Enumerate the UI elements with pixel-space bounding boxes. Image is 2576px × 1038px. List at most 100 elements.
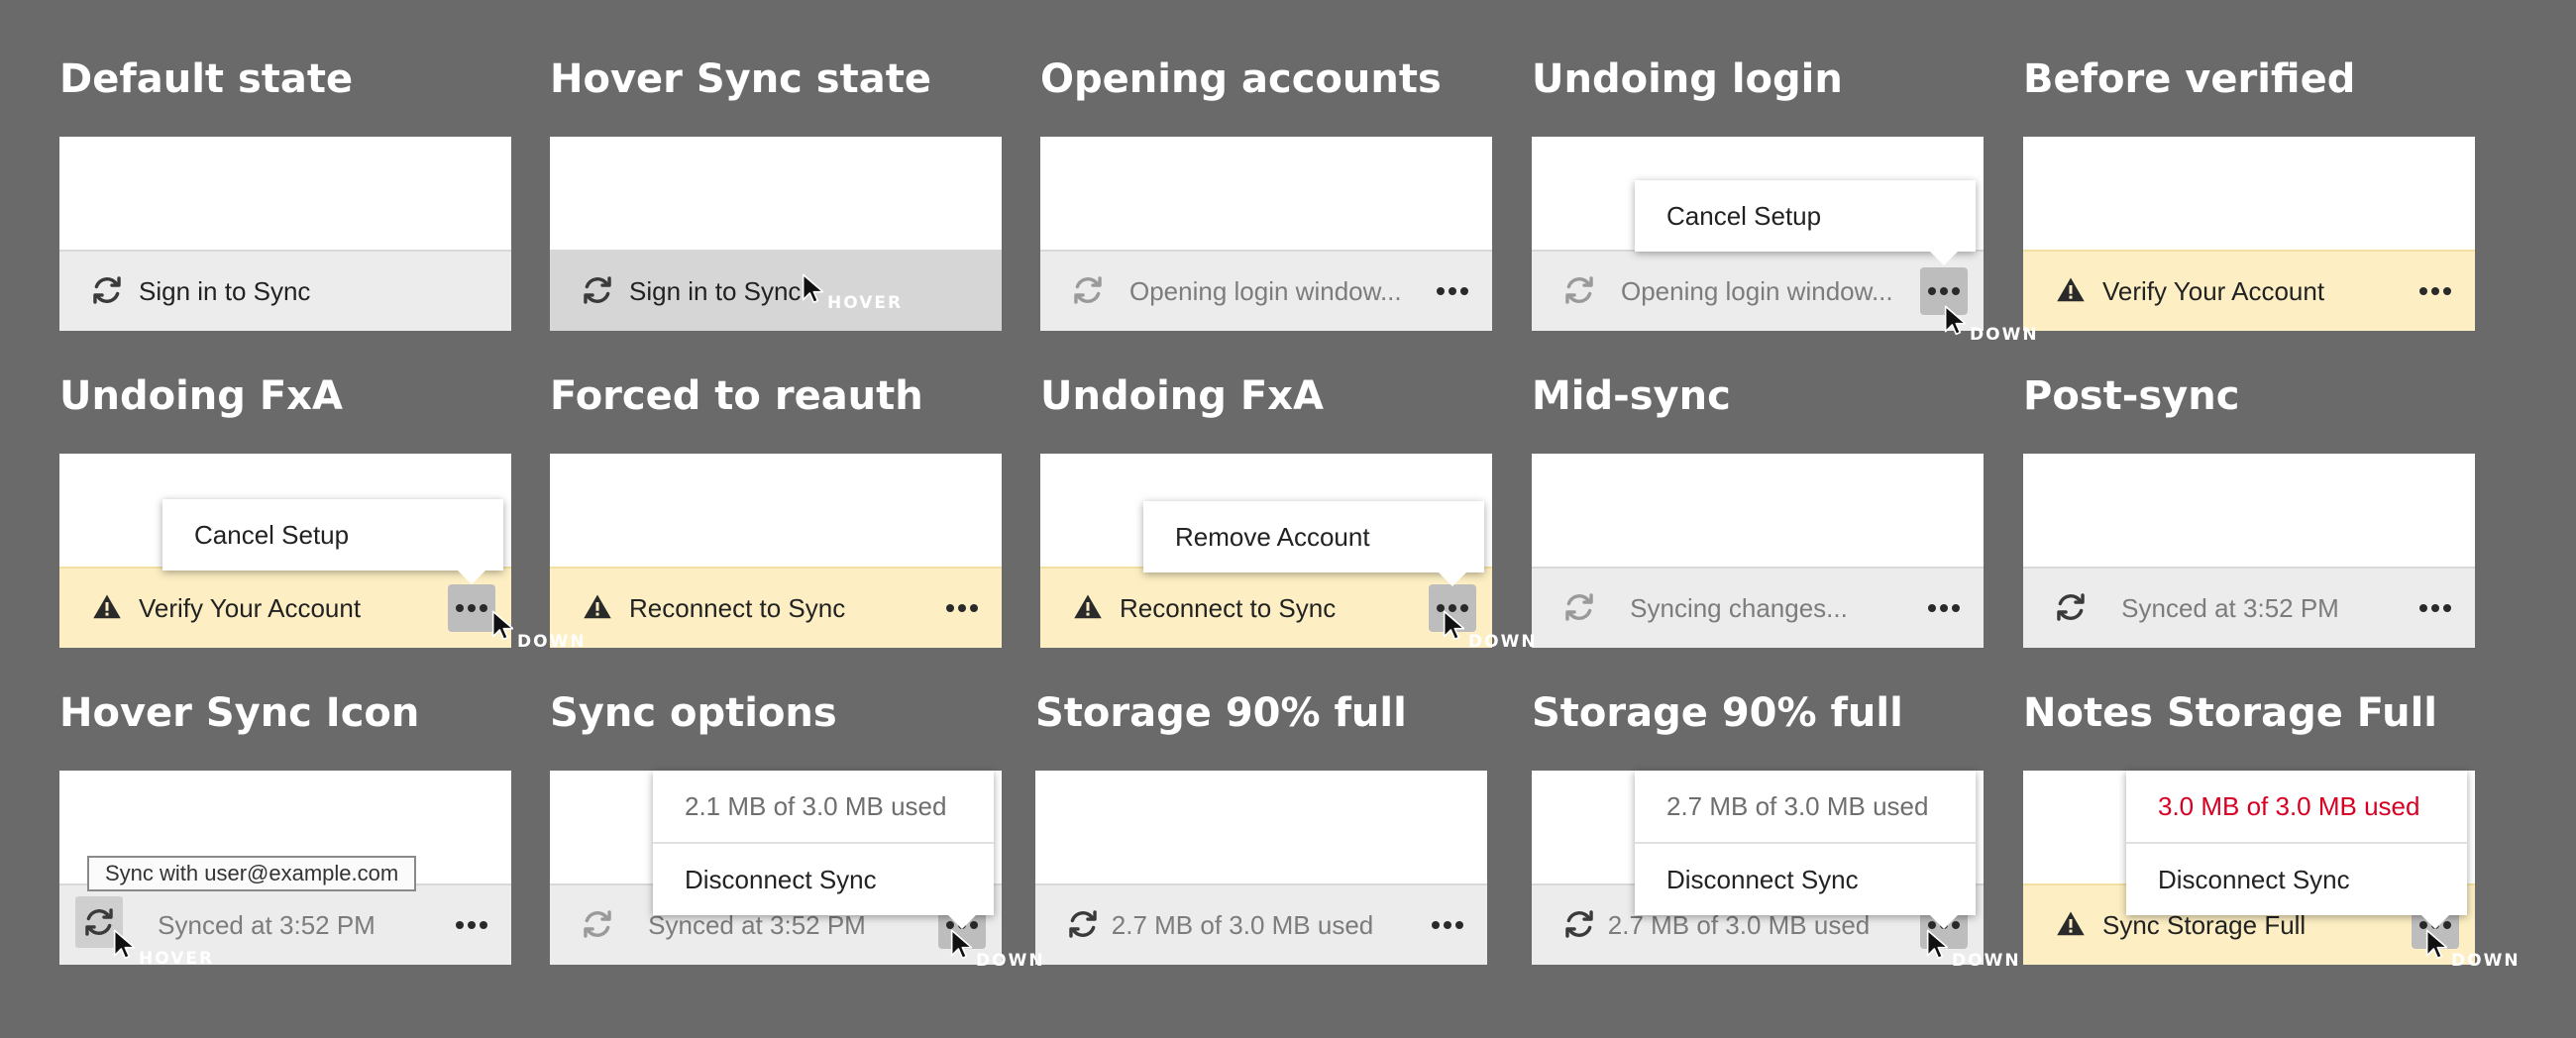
sync-status-text[interactable]: Reconnect to Sync bbox=[1120, 569, 1336, 648]
sidebar-panel: Sign in to Sync bbox=[59, 137, 511, 331]
storage-usage-item: 3.0 MB of 3.0 MB used bbox=[2126, 771, 2467, 844]
sync-status-text[interactable]: Verify Your Account bbox=[139, 569, 361, 648]
sidebar-panel: 2.7 MB of 3.0 MB used bbox=[1035, 771, 1487, 965]
sync-footer[interactable]: 2.7 MB of 3.0 MB used bbox=[1035, 883, 1487, 965]
remove-account-menu-item[interactable]: Remove Account bbox=[1143, 501, 1484, 572]
sync-footer[interactable]: Synced at 3:52 PM bbox=[2023, 567, 2475, 648]
sync-status-text: Opening login window... bbox=[1129, 276, 1402, 306]
cursor-icon bbox=[1443, 610, 1465, 646]
options-menu: Remove Account bbox=[1143, 501, 1484, 586]
sync-icon[interactable] bbox=[1561, 272, 1597, 308]
cursor-label: HOVER bbox=[139, 949, 215, 969]
sync-footer[interactable]: Reconnect to Sync bbox=[1040, 567, 1492, 648]
sync-footer[interactable]: Opening login window... bbox=[1040, 250, 1492, 331]
options-menu: Cancel Setup bbox=[162, 499, 503, 584]
state-title: Default state bbox=[59, 56, 354, 102]
sync-icon[interactable] bbox=[1070, 272, 1106, 308]
sidebar-panel: 2.7 MB of 3.0 MB used Disconnect Sync 2.… bbox=[1532, 771, 1984, 965]
cursor-icon bbox=[1944, 305, 1967, 341]
state-title: Post-sync bbox=[2023, 373, 2240, 419]
options-menu: Cancel Setup bbox=[1635, 180, 1976, 265]
sidebar-panel: Cancel Setup Opening login window... bbox=[1532, 137, 1984, 331]
sync-status-text: Opening login window... bbox=[1621, 276, 1893, 306]
state-title: Hover Sync state bbox=[550, 56, 931, 102]
cursor-label: HOVER bbox=[827, 293, 904, 313]
sidebar-panel: Sign in to Sync bbox=[550, 137, 1002, 331]
sync-footer[interactable]: Sign in to Sync bbox=[59, 250, 511, 331]
options-menu: 2.1 MB of 3.0 MB used Disconnect Sync bbox=[653, 771, 994, 929]
warning-icon bbox=[89, 589, 125, 625]
more-icon[interactable] bbox=[1920, 584, 1968, 632]
cursor-icon bbox=[2425, 929, 2448, 965]
cancel-setup-menu-item[interactable]: Cancel Setup bbox=[162, 499, 503, 571]
state-title: Undoing login bbox=[1532, 56, 1843, 102]
storage-usage-item: 2.1 MB of 3.0 MB used bbox=[653, 771, 994, 844]
warning-icon bbox=[580, 589, 615, 625]
sync-status-text: Syncing changes... bbox=[1630, 593, 1848, 623]
cursor-label: DOWN bbox=[976, 951, 1045, 971]
cursor-icon bbox=[113, 929, 136, 965]
state-title: Forced to reauth bbox=[550, 373, 923, 419]
sync-status-text: 2.7 MB of 3.0 MB used bbox=[1111, 910, 1374, 940]
sidebar-panel: 2.1 MB of 3.0 MB used Disconnect Sync Sy… bbox=[550, 771, 1002, 965]
state-title: Before verified bbox=[2023, 56, 2356, 102]
sync-status-text[interactable]: Sign in to Sync bbox=[139, 252, 310, 331]
sync-status-text: Synced at 3:52 PM bbox=[2121, 593, 2339, 623]
storage-usage-item: 2.7 MB of 3.0 MB used bbox=[1635, 771, 1976, 844]
sync-icon[interactable] bbox=[580, 272, 615, 308]
sidebar-panel: Synced at 3:52 PM bbox=[2023, 454, 2475, 648]
sidebar-panel: Verify Your Account bbox=[2023, 137, 2475, 331]
sync-status-text[interactable]: Verify Your Account bbox=[2102, 252, 2324, 331]
state-title: Storage 90% full bbox=[1532, 690, 1903, 736]
sync-tooltip: Sync with user@example.com bbox=[87, 856, 417, 891]
warning-icon bbox=[2053, 272, 2089, 308]
more-icon[interactable] bbox=[2412, 584, 2459, 632]
options-menu: 2.7 MB of 3.0 MB used Disconnect Sync bbox=[1635, 771, 1976, 929]
state-title: Notes Storage Full bbox=[2023, 690, 2437, 736]
cancel-setup-menu-item[interactable]: Cancel Setup bbox=[1635, 180, 1976, 252]
sync-footer[interactable]: Syncing changes... bbox=[1532, 567, 1984, 648]
state-title: Mid-sync bbox=[1532, 373, 1731, 419]
sidebar-panel: 3.0 MB of 3.0 MB used Disconnect Sync Sy… bbox=[2023, 771, 2475, 965]
sync-status-text[interactable]: Sign in to Sync bbox=[629, 252, 801, 331]
cursor-icon bbox=[491, 610, 514, 646]
cursor-label: DOWN bbox=[1468, 632, 1538, 652]
sync-icon[interactable] bbox=[89, 272, 125, 308]
cursor-label: DOWN bbox=[517, 632, 587, 652]
state-title: Undoing FxA bbox=[59, 373, 343, 419]
more-icon[interactable] bbox=[1429, 267, 1476, 315]
more-icon[interactable] bbox=[1424, 901, 1471, 949]
sidebar-panel: Syncing changes... bbox=[1532, 454, 1984, 648]
cursor-label: DOWN bbox=[1970, 325, 2039, 345]
disconnect-sync-menu-item[interactable]: Disconnect Sync bbox=[1635, 844, 1976, 915]
sidebar-panel: Cancel Setup Verify Your Account bbox=[59, 454, 511, 648]
sync-footer[interactable]: Opening login window... bbox=[1532, 250, 1984, 331]
cursor-icon bbox=[802, 273, 824, 309]
more-icon[interactable] bbox=[938, 584, 986, 632]
warning-icon bbox=[2053, 906, 2089, 942]
sync-status-text[interactable]: Reconnect to Sync bbox=[629, 569, 845, 648]
disconnect-sync-menu-item[interactable]: Disconnect Sync bbox=[2126, 844, 2467, 915]
state-title: Hover Sync Icon bbox=[59, 690, 420, 736]
cursor-icon bbox=[1926, 929, 1949, 965]
more-icon[interactable] bbox=[448, 901, 495, 949]
disconnect-sync-menu-item[interactable]: Disconnect Sync bbox=[653, 844, 994, 915]
more-icon[interactable] bbox=[448, 584, 495, 632]
sidebar-panel: Reconnect to Sync bbox=[550, 454, 1002, 648]
sidebar-panel: Remove Account Reconnect to Sync bbox=[1040, 454, 1492, 648]
warning-icon bbox=[1070, 589, 1106, 625]
sync-footer[interactable]: Sign in to Sync bbox=[550, 250, 1002, 331]
cursor-icon bbox=[950, 929, 973, 965]
state-title: Storage 90% full bbox=[1035, 690, 1407, 736]
cursor-label: DOWN bbox=[2451, 951, 2521, 971]
sync-footer[interactable]: Verify Your Account bbox=[2023, 250, 2475, 331]
state-title: Sync options bbox=[550, 690, 837, 736]
state-title: Opening accounts bbox=[1040, 56, 1442, 102]
sync-footer[interactable]: Reconnect to Sync bbox=[550, 567, 1002, 648]
cursor-label: DOWN bbox=[1952, 951, 2021, 971]
state-title: Undoing FxA bbox=[1040, 373, 1324, 419]
more-icon[interactable] bbox=[2412, 267, 2459, 315]
options-menu: 3.0 MB of 3.0 MB used Disconnect Sync bbox=[2126, 771, 2467, 929]
sync-footer[interactable]: Verify Your Account bbox=[59, 567, 511, 648]
sidebar-panel: Opening login window... bbox=[1040, 137, 1492, 331]
